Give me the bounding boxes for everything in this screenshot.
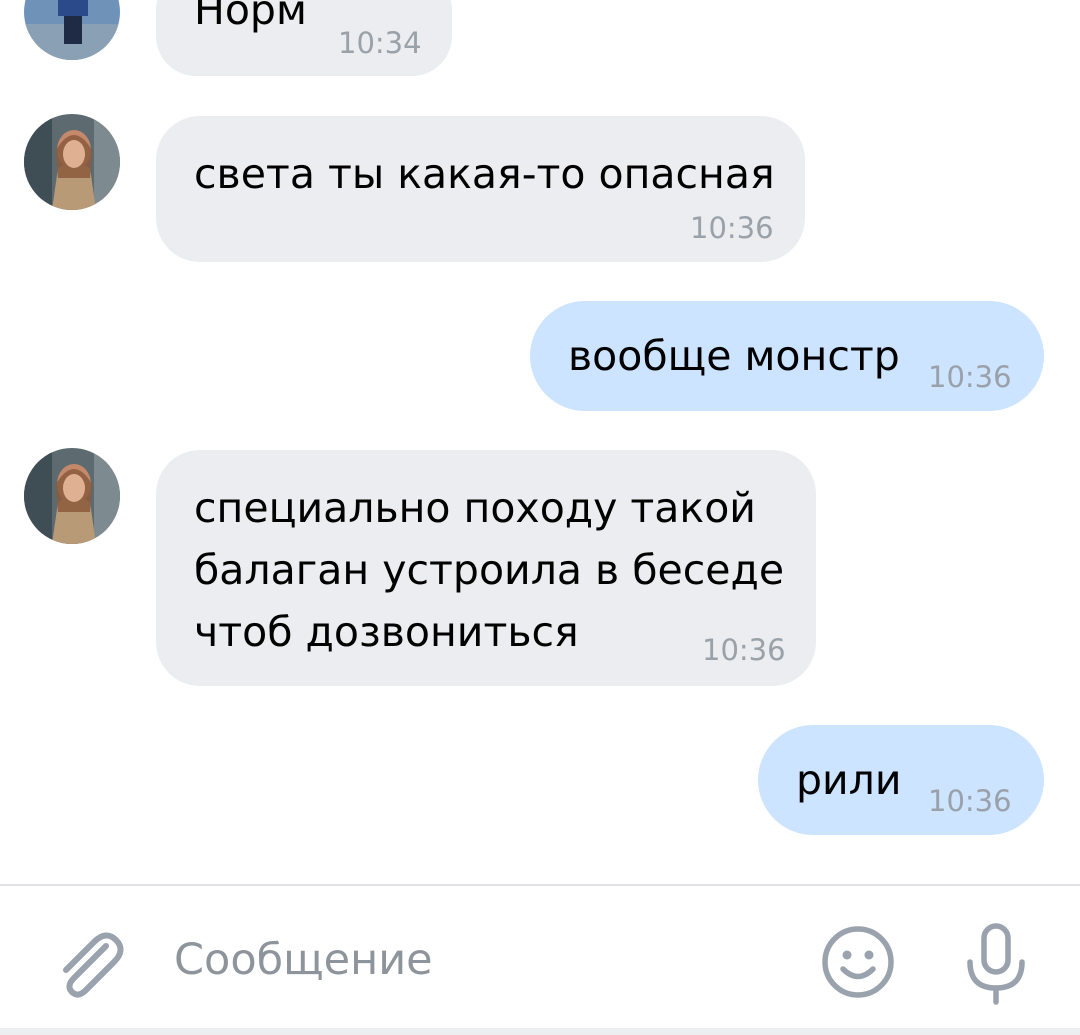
message-bubble-outgoing[interactable]: рили 10:36	[758, 725, 1044, 835]
sender-avatar[interactable]	[24, 0, 120, 60]
navigation-bar-edge	[0, 1028, 1080, 1035]
microphone-icon[interactable]	[962, 920, 1030, 1008]
message-list[interactable]: Норм 10:34 света ты какая-то опасная 10:…	[0, 0, 1080, 884]
message-bubble-incoming[interactable]: Норм 10:34	[156, 0, 452, 76]
message-time: 10:36	[690, 211, 774, 245]
message-time: 10:36	[928, 360, 1012, 394]
message-text-line: балаган устроила в беседе	[194, 546, 785, 594]
message-text: вообще монстр	[568, 332, 900, 380]
message-time: 10:36	[702, 633, 786, 667]
message-time: 10:36	[928, 784, 1012, 818]
message-text: Норм	[194, 0, 307, 34]
sender-avatar[interactable]	[24, 448, 120, 544]
message-bubble-incoming[interactable]: специально походу такой балаган устроила…	[156, 450, 816, 686]
paperclip-icon[interactable]	[48, 924, 132, 1008]
smile-icon[interactable]	[820, 924, 896, 1000]
message-text-line: специально походу такой	[194, 484, 756, 532]
message-time: 10:34	[338, 26, 422, 60]
message-text: рили	[796, 756, 902, 804]
message-text: света ты какая-то опасная	[194, 150, 775, 198]
message-input[interactable]	[168, 922, 800, 998]
message-bubble-outgoing[interactable]: вообще монстр 10:36	[530, 301, 1044, 411]
sender-avatar[interactable]	[24, 114, 120, 210]
message-composer	[0, 884, 1080, 1035]
message-text-line: чтоб дозвониться	[194, 608, 579, 656]
message-bubble-incoming[interactable]: света ты какая-то опасная 10:36	[156, 116, 805, 262]
